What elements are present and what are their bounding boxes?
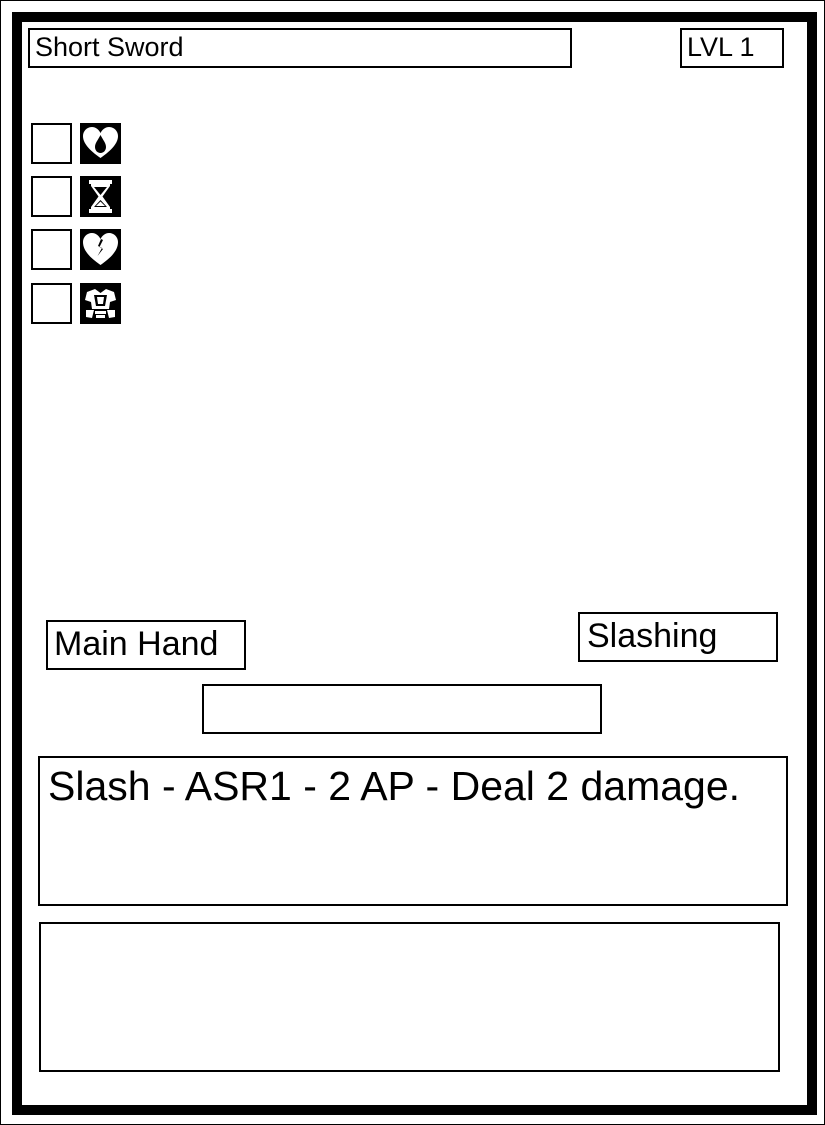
bleed-checkbox[interactable] [31, 123, 72, 164]
equip-slot-label: Main Hand [46, 620, 246, 670]
bleeding-heart-icon [80, 123, 121, 164]
ability-text: Slash - ASR1 - 2 AP - Deal 2 damage. [38, 756, 788, 906]
hourglass-icon [80, 176, 121, 217]
broken-heart-icon [80, 229, 121, 270]
armor-icon [80, 283, 121, 324]
hourglass-checkbox[interactable] [31, 176, 72, 217]
card-name: Short Sword [28, 28, 572, 68]
damage-type-label: Slashing [578, 612, 778, 662]
flavor-text-box [39, 922, 780, 1072]
armor-checkbox[interactable] [31, 283, 72, 324]
subtitle-bar [202, 684, 602, 734]
card-level: LVL 1 [680, 28, 784, 68]
broken-heart-checkbox[interactable] [31, 229, 72, 270]
